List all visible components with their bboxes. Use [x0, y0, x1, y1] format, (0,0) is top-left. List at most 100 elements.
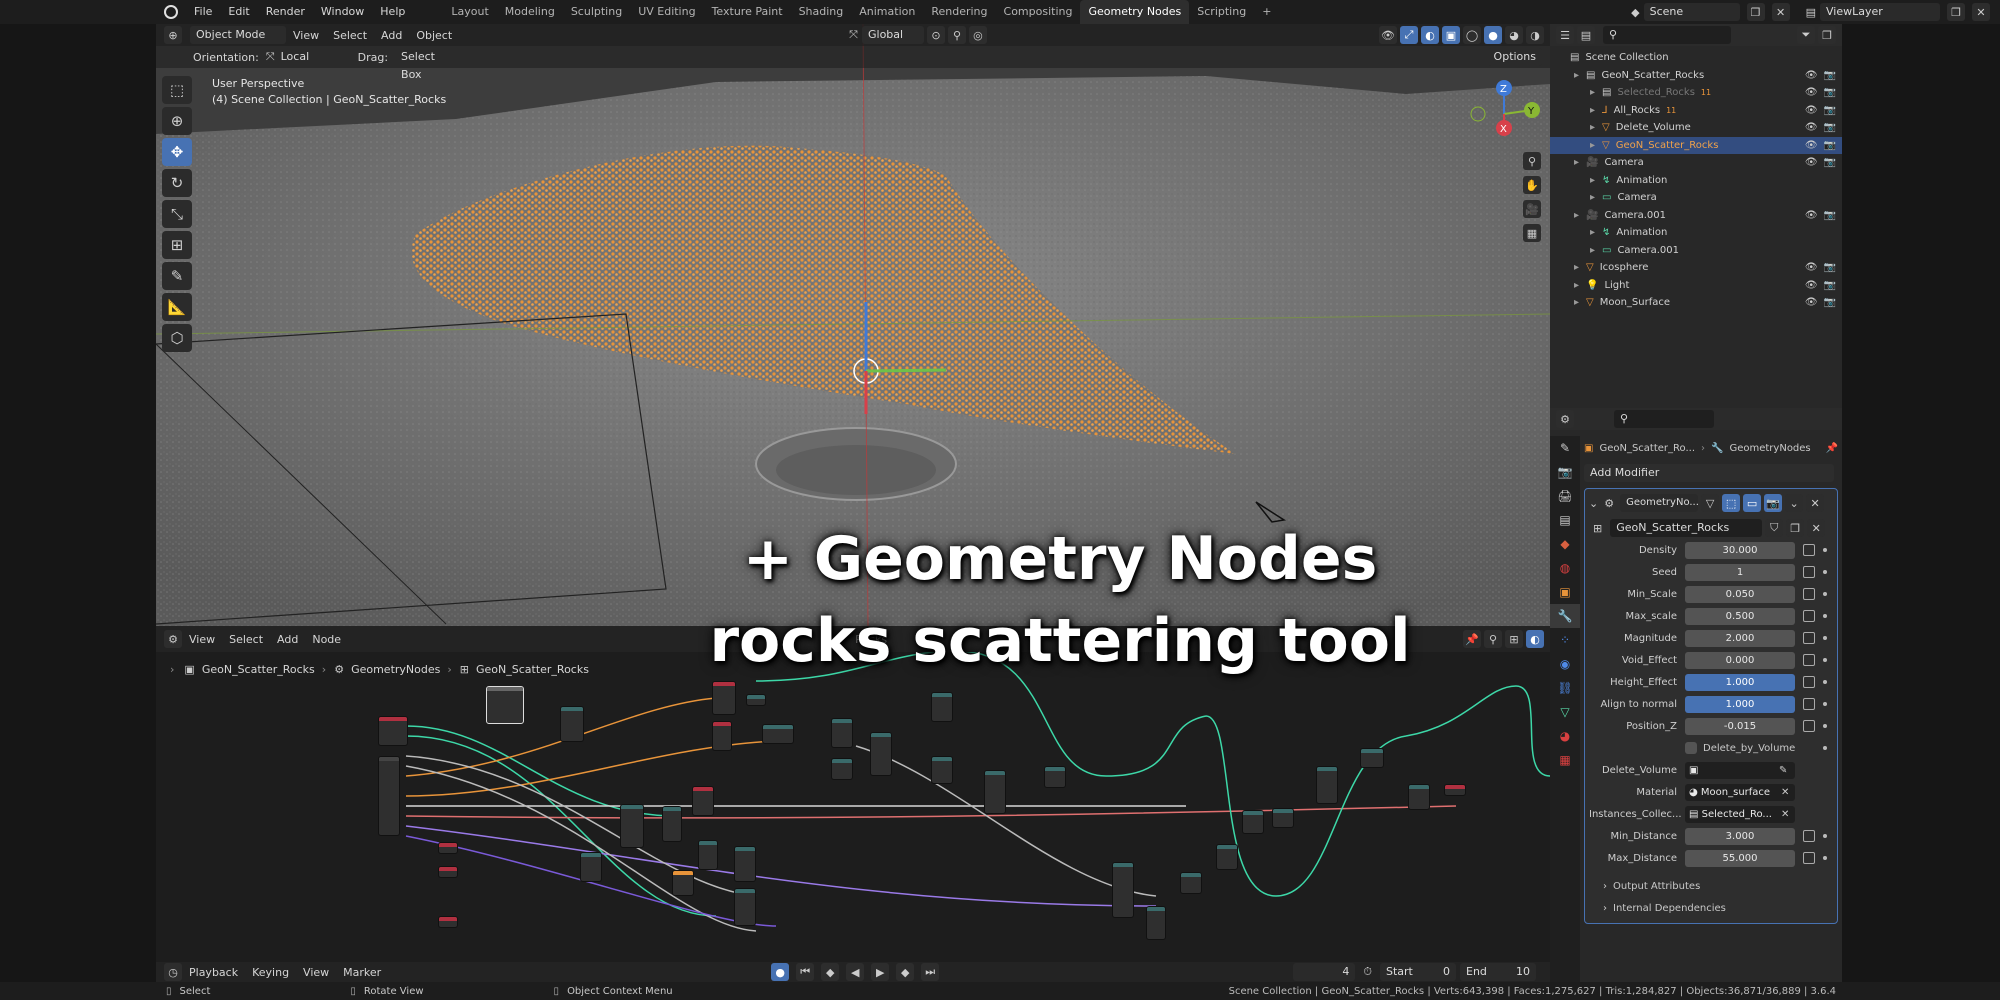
- node-aa[interactable]: [1216, 844, 1238, 870]
- node-t[interactable]: [672, 870, 694, 896]
- node-a[interactable]: [560, 706, 584, 742]
- visibility-toggles[interactable]: 👁 📷: [1805, 70, 1836, 81]
- node-f[interactable]: [831, 718, 853, 748]
- node-group-input[interactable]: [378, 716, 408, 746]
- tl-menu-view[interactable]: View: [296, 966, 336, 979]
- tab-shading[interactable]: Shading: [791, 0, 852, 24]
- eye-icon[interactable]: 👁: [1805, 87, 1818, 98]
- keyframe-dot-icon[interactable]: [1823, 724, 1827, 728]
- scene-selector[interactable]: Scene: [1643, 3, 1740, 21]
- tab-texture-paint[interactable]: Texture Paint: [704, 0, 791, 24]
- node-d[interactable]: [746, 694, 766, 706]
- node-z[interactable]: [1180, 872, 1202, 894]
- camera-view-icon[interactable]: 🎥: [1523, 200, 1541, 218]
- attribute-toggle-icon[interactable]: [1803, 566, 1815, 578]
- menu-render[interactable]: Render: [258, 0, 313, 24]
- attribute-toggle-icon[interactable]: [1803, 720, 1815, 732]
- tl-menu-keying[interactable]: Keying: [245, 966, 296, 979]
- collapse-icon[interactable]: ⌄: [1589, 497, 1598, 510]
- outliner-row[interactable]: ▸ ▭ Camera.001: [1550, 242, 1842, 260]
- outliner-row[interactable]: ▸ ▤ GeoN_Scatter_Rocks 👁 📷: [1550, 67, 1842, 85]
- keyframe-dot-icon[interactable]: [1823, 592, 1827, 596]
- play-icon[interactable]: ▶: [871, 963, 890, 981]
- prev-keyframe-icon[interactable]: ◆: [821, 963, 840, 981]
- render-toggle-icon[interactable]: 📷: [1764, 494, 1783, 512]
- render-camera-icon[interactable]: 📷: [1824, 122, 1836, 133]
- node-group-field[interactable]: GeoN_Scatter_Rocks: [1610, 519, 1763, 537]
- outliner-search-input[interactable]: ⚲: [1603, 26, 1731, 44]
- play-reverse-icon[interactable]: ◀: [846, 963, 865, 981]
- eye-icon[interactable]: 👁: [1805, 262, 1818, 273]
- proportional-edit-icon[interactable]: ◎: [968, 26, 987, 44]
- outliner-row[interactable]: ▸ ↯ Animation: [1550, 224, 1842, 242]
- scale-tool-icon[interactable]: ⤡: [162, 200, 192, 228]
- render-camera-icon[interactable]: 📷: [1824, 70, 1836, 81]
- outliner-row[interactable]: ▸ ↯ Animation: [1550, 172, 1842, 190]
- viewlayer-icon[interactable]: ▤: [1806, 6, 1816, 19]
- viewlayer-selector[interactable]: ViewLayer: [1820, 3, 1940, 21]
- clear-instances-icon[interactable]: ✕: [1781, 809, 1789, 820]
- render-tab-icon[interactable]: 📷: [1550, 460, 1580, 484]
- expand-arrow-icon[interactable]: ▸: [1574, 70, 1586, 81]
- node-ac[interactable]: [1272, 808, 1294, 828]
- start-frame-field[interactable]: Start 0: [1380, 963, 1456, 981]
- visibility-icon[interactable]: 👁: [1379, 26, 1397, 44]
- annotate-tool-icon[interactable]: ✎: [162, 262, 192, 290]
- visibility-toggles[interactable]: 👁 📷: [1805, 262, 1836, 273]
- outliner-row[interactable]: ▸ 🎥 Camera.001 👁 📷: [1550, 207, 1842, 225]
- expand-arrow-icon[interactable]: ▸: [1574, 262, 1586, 273]
- render-camera-icon[interactable]: 📷: [1824, 157, 1836, 168]
- orientation-selector[interactable]: Local: [275, 48, 351, 66]
- cursor-tool-icon[interactable]: ⊕: [162, 107, 192, 135]
- node-r[interactable]: [734, 846, 756, 882]
- attribute-toggle-icon[interactable]: [1803, 654, 1815, 666]
- max-distance-field[interactable]: 55.000: [1685, 849, 1795, 867]
- eye-icon[interactable]: 👁: [1805, 297, 1818, 308]
- node-m[interactable]: [692, 786, 714, 816]
- outliner-row[interactable]: ▸ ▤ Selected_Rocks 11 👁 📷: [1550, 84, 1842, 102]
- attribute-toggle-icon[interactable]: [1803, 676, 1815, 688]
- crumb-modifier[interactable]: GeometryNodes: [344, 663, 447, 676]
- delete-scene-icon[interactable]: ✕: [1771, 3, 1790, 21]
- keyframe-dot-icon[interactable]: [1823, 570, 1827, 574]
- node-frame-selected[interactable]: [486, 686, 524, 724]
- visibility-toggles[interactable]: 👁 📷: [1805, 157, 1836, 168]
- modifier-name-field[interactable]: GeometryNo...: [1620, 494, 1699, 512]
- keyframe-dot-icon[interactable]: [1823, 636, 1827, 640]
- keyframe-dot-icon[interactable]: [1823, 548, 1827, 552]
- filter-icon[interactable]: ⏷: [1797, 26, 1815, 44]
- node-b[interactable]: [712, 681, 736, 715]
- visibility-toggles[interactable]: 👁 📷: [1805, 210, 1836, 221]
- attribute-toggle-icon[interactable]: [1803, 610, 1815, 622]
- shading-material-icon[interactable]: ◕: [1505, 26, 1523, 44]
- tab-compositing[interactable]: Compositing: [996, 0, 1081, 24]
- node-p[interactable]: [580, 852, 602, 882]
- node-o[interactable]: [662, 806, 682, 842]
- move-tool-icon[interactable]: ✥: [162, 138, 192, 166]
- node-h[interactable]: [870, 732, 892, 776]
- render-camera-icon[interactable]: 📷: [1824, 140, 1836, 151]
- ne-snap-mode-icon[interactable]: ⊞: [1505, 630, 1523, 648]
- node-input-sockets[interactable]: [378, 756, 400, 836]
- new-scene-icon[interactable]: ❐: [1746, 3, 1765, 21]
- constraints-tab-icon[interactable]: ⛓: [1550, 676, 1580, 700]
- add-modifier-button[interactable]: Add Modifier: [1584, 464, 1834, 482]
- shading-rendered-icon[interactable]: ◑: [1526, 26, 1544, 44]
- node-g[interactable]: [831, 758, 853, 780]
- node-l[interactable]: [1044, 766, 1066, 788]
- param-value-field[interactable]: 2.000: [1685, 629, 1795, 647]
- ne-overlay-icon[interactable]: ◐: [1526, 630, 1544, 648]
- visibility-toggles[interactable]: 👁 📷: [1805, 122, 1836, 133]
- properties-editor-icon[interactable]: ⚙: [1556, 410, 1574, 428]
- navigation-gizmo[interactable]: Z Y X: [1462, 78, 1542, 148]
- ortho-grid-icon[interactable]: ▦: [1523, 224, 1541, 242]
- keyframe-dot-icon[interactable]: [1823, 658, 1827, 662]
- outliner-display-mode-icon[interactable]: ▤: [1577, 26, 1595, 44]
- clear-material-icon[interactable]: ✕: [1781, 787, 1789, 798]
- modifier-menu-icon[interactable]: ⌄: [1785, 494, 1804, 512]
- blender-logo-icon[interactable]: [164, 5, 178, 19]
- param-value-field[interactable]: 1.000: [1685, 695, 1795, 713]
- end-frame-field[interactable]: End 10: [1460, 963, 1536, 981]
- select-box-tool-icon[interactable]: ⬚: [162, 76, 192, 104]
- modifier-tab-icon[interactable]: 🔧: [1550, 604, 1580, 628]
